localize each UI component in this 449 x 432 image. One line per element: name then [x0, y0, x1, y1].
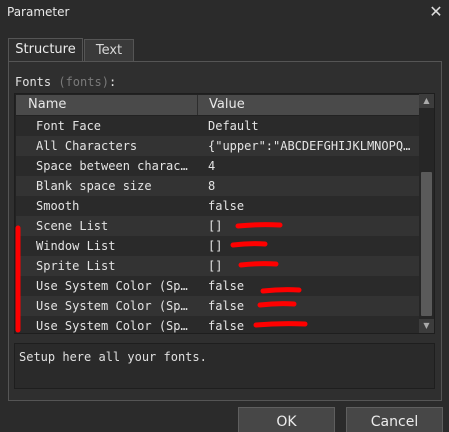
list-item[interactable]: Font Face Default: [16, 116, 419, 136]
list-item[interactable]: All Characters {"upper":"ABCDEFGHIJKLMNOP…: [16, 136, 419, 156]
scroll-down-icon[interactable]: ▼: [419, 319, 434, 333]
item-name: Scene List: [36, 219, 109, 233]
item-value: false: [208, 199, 245, 213]
list-item[interactable]: Sprite List []: [16, 256, 419, 276]
list-item[interactable]: Blank space size 8: [16, 176, 419, 196]
description-box: Setup here all your fonts.: [14, 343, 435, 389]
item-name: Use System Color (Sp…: [36, 319, 188, 333]
item-value: 4: [208, 159, 216, 173]
fonts-label-name: Fonts: [15, 75, 52, 89]
ok-button[interactable]: OK: [238, 407, 335, 432]
item-value: []: [208, 239, 223, 253]
list-item[interactable]: Window List []: [16, 236, 419, 256]
item-name: Smooth: [36, 199, 80, 213]
column-header-name[interactable]: Name: [16, 95, 198, 115]
item-name: Use System Color (Sp…: [36, 279, 188, 293]
list-scrollbar[interactable]: ▲ ▼: [419, 94, 434, 333]
item-value: 8: [208, 179, 216, 193]
description-text: Setup here all your fonts.: [19, 350, 207, 364]
parameter-list[interactable]: Name Value Font Face Default All Characte…: [14, 93, 435, 334]
item-name: Blank space size: [36, 179, 152, 193]
column-header-value[interactable]: Value: [198, 95, 419, 115]
list-item[interactable]: Scene List []: [16, 216, 419, 236]
item-value: []: [208, 219, 223, 233]
list-rows: Font Face Default All Characters {"upper":…: [16, 116, 419, 333]
cancel-button[interactable]: Cancel: [346, 407, 443, 432]
list-item[interactable]: Space between charac… 4: [16, 156, 419, 176]
item-name: Window List: [36, 239, 116, 253]
item-value: Default: [208, 119, 259, 133]
item-value: false: [208, 319, 245, 333]
scrollbar-thumb[interactable]: [421, 172, 432, 316]
title-bar: Parameter ✕: [0, 0, 449, 27]
fonts-label-suffix: :: [108, 75, 117, 89]
window-title: Parameter: [7, 5, 70, 19]
list-item[interactable]: Use System Color (Sp… false: [16, 276, 419, 296]
item-value: false: [208, 279, 245, 293]
item-name: Space between charac…: [36, 159, 188, 173]
list-item[interactable]: Use System Color (Sp… false: [16, 296, 419, 316]
item-value: []: [208, 259, 223, 273]
item-name: Use System Color (Sp…: [36, 299, 188, 313]
tab-structure[interactable]: Structure: [8, 38, 83, 62]
scroll-up-icon[interactable]: ▲: [419, 94, 434, 108]
item-name: All Characters: [36, 139, 138, 153]
item-value: {"upper":"ABCDEFGHIJKLMNOPQ…: [208, 139, 411, 153]
tab-text[interactable]: Text: [84, 39, 134, 61]
list-header: Name Value: [16, 95, 419, 115]
list-item[interactable]: Use System Color (Sp… false: [16, 316, 419, 333]
item-name: Sprite List: [36, 259, 116, 273]
fonts-section-label: Fonts (fonts):: [15, 75, 116, 89]
fonts-label-code: (fonts): [58, 75, 109, 89]
item-value: false: [208, 299, 245, 313]
close-icon[interactable]: ✕: [423, 0, 449, 26]
list-item[interactable]: Smooth false: [16, 196, 419, 216]
item-name: Font Face: [36, 119, 102, 133]
